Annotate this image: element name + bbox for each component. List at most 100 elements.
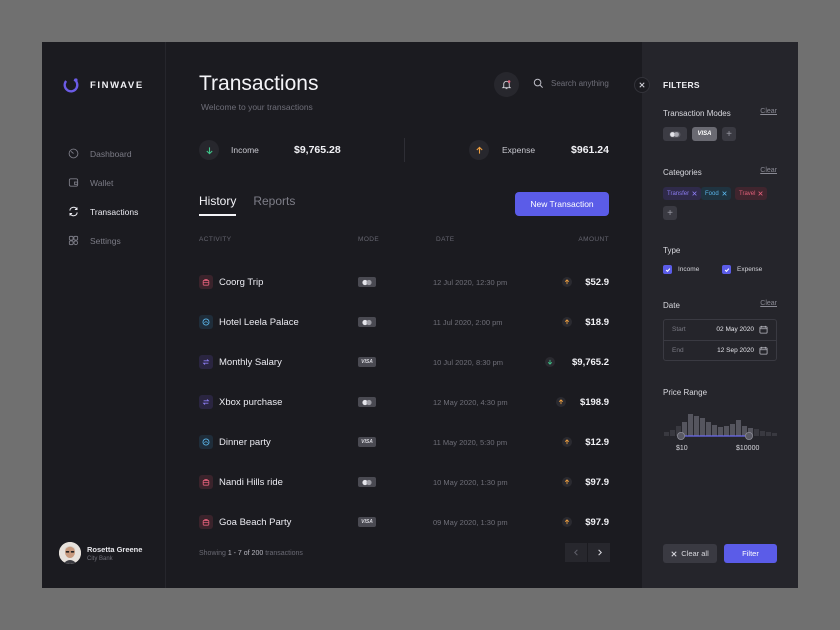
table-row[interactable]: Monthly Salary VISA 10 Jul 2020, 8:30 pm… bbox=[199, 347, 609, 377]
category-chip-travel[interactable]: Travel bbox=[735, 187, 768, 200]
search-input[interactable] bbox=[551, 79, 631, 88]
expense-arrow-icon bbox=[556, 397, 567, 407]
table-row[interactable]: Goa Beach Party VISA 09 May 2020, 1:30 p… bbox=[199, 507, 609, 537]
mode-chip-card[interactable] bbox=[663, 127, 687, 141]
mode-chip-visa[interactable]: VISA bbox=[692, 127, 717, 141]
table-header: ACTIVITY MODE DATE AMOUNT bbox=[199, 236, 609, 248]
clear-date-link[interactable]: Clear bbox=[760, 300, 777, 307]
type-expense-label: Expense bbox=[737, 266, 763, 273]
type-income-checkbox[interactable]: Income bbox=[663, 265, 699, 274]
sidebar: FINWAVE Dashboard Wallet Transactions Se… bbox=[42, 42, 166, 588]
remove-chip-icon[interactable] bbox=[692, 191, 697, 196]
visa-label: VISA bbox=[361, 519, 373, 525]
sidebar-item-transactions[interactable]: Transactions bbox=[68, 197, 138, 226]
category-chip-transfer[interactable]: Transfer bbox=[663, 187, 702, 200]
activity-date: 11 May 2020, 5:30 pm bbox=[433, 438, 508, 447]
table-row[interactable]: Dinner party VISA 11 May 2020, 5:30 pm $… bbox=[199, 427, 609, 457]
pagination-prefix: Showing bbox=[199, 550, 226, 557]
add-category-button[interactable]: + bbox=[663, 206, 677, 220]
activity-name: Goa Beach Party bbox=[219, 517, 292, 528]
checkbox-checked-icon bbox=[663, 265, 672, 274]
start-date-field[interactable]: Start 02 May 2020 bbox=[672, 323, 768, 337]
user-profile[interactable]: Rosetta Greene City Bank bbox=[59, 542, 142, 564]
activity-name: Nandi Hills ride bbox=[219, 477, 283, 488]
table-row[interactable]: Coorg Trip 12 Jul 2020, 12:30 pm $52.9 bbox=[199, 267, 609, 297]
sidebar-nav: Dashboard Wallet Transactions Settings bbox=[68, 139, 138, 255]
table-row[interactable]: Xbox purchase 12 May 2020, 4:30 pm $198.… bbox=[199, 387, 609, 417]
page-subtitle: Welcome to your transactions bbox=[201, 102, 313, 112]
price-range-label: Price Range bbox=[663, 388, 708, 397]
sidebar-item-dashboard[interactable]: Dashboard bbox=[68, 139, 138, 168]
column-header-amount: AMOUNT bbox=[578, 236, 609, 243]
avatar-portrait-icon bbox=[59, 542, 81, 564]
activity-name: Dinner party bbox=[219, 437, 271, 448]
brand[interactable]: FINWAVE bbox=[62, 76, 144, 94]
income-label: Income bbox=[231, 145, 259, 155]
activity-date: 11 Jul 2020, 2:00 pm bbox=[433, 318, 503, 327]
add-mode-button[interactable]: + bbox=[722, 127, 736, 141]
price-min-label: $10 bbox=[676, 445, 688, 452]
filters-title: FILTERS bbox=[663, 80, 700, 90]
filters-panel: FILTERS Transaction Modes Clear VISA + C… bbox=[634, 42, 798, 588]
histogram-bar bbox=[712, 425, 717, 436]
activity-amount: $97.9 bbox=[585, 477, 609, 488]
type-expense-checkbox[interactable]: Expense bbox=[722, 265, 762, 274]
expense-arrow-icon bbox=[562, 437, 572, 447]
remove-chip-icon[interactable] bbox=[722, 191, 727, 196]
hotel-icon bbox=[199, 315, 213, 329]
card-toggle-icon bbox=[362, 319, 372, 325]
transfer-icon bbox=[199, 395, 213, 409]
expense-arrow-icon bbox=[562, 277, 572, 287]
mode-visa-badge: VISA bbox=[358, 357, 376, 367]
start-date-label: Start bbox=[672, 326, 686, 333]
refresh-icon bbox=[69, 206, 78, 217]
table-row[interactable]: Nandi Hills ride 10 May 2020, 1:30 pm $9… bbox=[199, 467, 609, 497]
avatar bbox=[59, 542, 81, 564]
mode-card-badge bbox=[358, 317, 376, 327]
category-chip-label: Travel bbox=[739, 190, 756, 197]
mode-visa-badge: VISA bbox=[358, 517, 376, 527]
pagination-range: 1 - 7 of 200 bbox=[227, 550, 264, 557]
clear-categories-link[interactable]: Clear bbox=[760, 167, 777, 174]
type-income-label: Income bbox=[678, 266, 700, 273]
notifications-button[interactable] bbox=[494, 72, 519, 97]
pagination-info: Showing 1 - 7 of 200 transactions bbox=[199, 550, 303, 557]
apply-filter-button[interactable]: Filter bbox=[724, 544, 777, 563]
activity-amount: $18.9 bbox=[585, 317, 609, 328]
tab-reports[interactable]: Reports bbox=[253, 194, 295, 216]
category-chip-food[interactable]: Food bbox=[701, 187, 731, 200]
previous-page-button[interactable] bbox=[565, 543, 587, 562]
new-transaction-button[interactable]: New Transaction bbox=[515, 192, 609, 216]
date-divider bbox=[664, 340, 776, 341]
range-min-handle[interactable] bbox=[676, 431, 685, 440]
card-toggle-icon bbox=[362, 279, 372, 285]
search-bar bbox=[533, 78, 631, 89]
clear-modes-link[interactable]: Clear bbox=[760, 108, 777, 115]
activity-amount: $97.9 bbox=[585, 517, 609, 528]
clear-all-button[interactable]: Clear all bbox=[663, 544, 717, 563]
expense-arrow-icon bbox=[562, 317, 572, 327]
histogram-bar bbox=[772, 433, 777, 436]
next-page-button[interactable] bbox=[588, 543, 610, 562]
end-date-field[interactable]: End 12 Sep 2020 bbox=[672, 344, 768, 358]
remove-chip-icon[interactable] bbox=[758, 191, 764, 196]
visa-label: VISA bbox=[361, 439, 373, 445]
table-row[interactable]: Hotel Leela Palace 11 Jul 2020, 2:00 pm … bbox=[199, 307, 609, 337]
brand-logo-icon bbox=[63, 77, 79, 93]
user-name: Rosetta Greene bbox=[87, 544, 143, 554]
card-toggle-icon bbox=[669, 131, 681, 137]
end-date-value: 12 Sep 2020 bbox=[717, 347, 754, 354]
wallet-icon bbox=[68, 178, 79, 187]
plus-icon: + bbox=[667, 207, 673, 219]
plus-icon: + bbox=[726, 128, 732, 140]
range-max-handle[interactable] bbox=[745, 431, 754, 440]
close-filters-button[interactable] bbox=[634, 77, 650, 93]
column-header-date: DATE bbox=[436, 236, 455, 243]
sidebar-item-wallet[interactable]: Wallet bbox=[68, 168, 138, 197]
transfer-icon bbox=[199, 355, 213, 369]
histogram-bar bbox=[766, 432, 771, 436]
expense-arrow-icon bbox=[562, 477, 572, 487]
activity-date: 12 May 2020, 4:30 pm bbox=[433, 398, 508, 407]
sidebar-item-settings[interactable]: Settings bbox=[68, 226, 138, 255]
tab-history[interactable]: History bbox=[199, 194, 237, 216]
